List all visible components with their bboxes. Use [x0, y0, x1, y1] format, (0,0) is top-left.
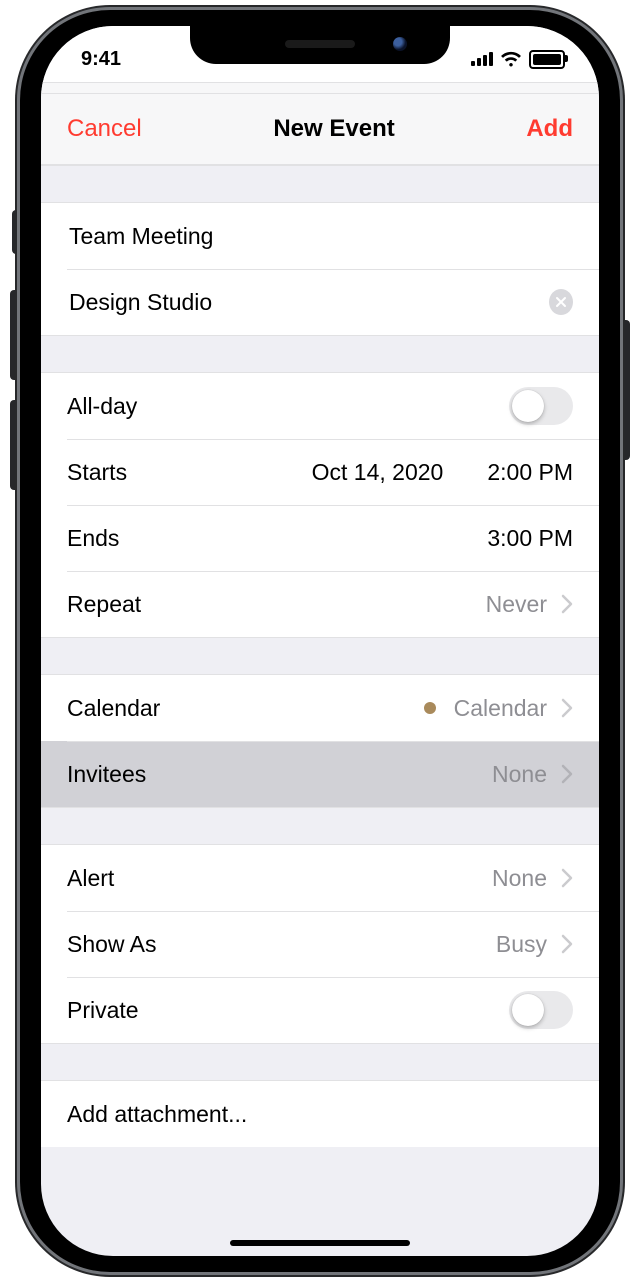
section-spacer	[41, 335, 599, 373]
modal-title: New Event	[273, 115, 394, 143]
show-as-label: Show As	[67, 931, 157, 958]
private-row: Private	[41, 977, 599, 1043]
starts-label: Starts	[67, 459, 127, 486]
modal-header: Cancel New Event Add	[41, 94, 599, 165]
starts-time: 2:00 PM	[487, 459, 573, 486]
clear-location-button[interactable]	[549, 289, 573, 315]
repeat-label: Repeat	[67, 591, 141, 618]
private-toggle[interactable]	[509, 991, 573, 1029]
invitees-label: Invitees	[67, 761, 146, 788]
power-button[interactable]	[620, 320, 630, 460]
alert-value: None	[492, 865, 547, 892]
card-stack-hint	[41, 82, 599, 94]
ends-row[interactable]: Ends 3:00 PM	[41, 505, 599, 571]
wifi-icon	[500, 51, 522, 67]
phone-frame: 9:41 Cancel New Event Add	[20, 10, 620, 1272]
battery-icon	[529, 50, 565, 69]
front-camera	[393, 37, 407, 51]
starts-date: Oct 14, 2020	[312, 459, 444, 486]
chevron-right-icon	[561, 594, 573, 614]
options-group: Alert None Show As Busy Private	[41, 845, 599, 1043]
calendar-color-dot	[424, 702, 436, 714]
title-location-group	[41, 203, 599, 335]
volume-up[interactable]	[10, 290, 20, 380]
section-spacer	[41, 807, 599, 845]
home-indicator[interactable]	[230, 1240, 410, 1246]
calendar-value: Calendar	[454, 695, 547, 722]
section-spacer	[41, 165, 599, 203]
cellular-icon	[471, 52, 493, 66]
show-as-row[interactable]: Show As Busy	[41, 911, 599, 977]
event-location-input[interactable]	[67, 288, 535, 317]
add-attachment-row[interactable]: Add attachment...	[41, 1081, 599, 1147]
add-attachment-label: Add attachment...	[67, 1101, 247, 1128]
mute-switch[interactable]	[12, 210, 20, 254]
invitees-value: None	[492, 761, 547, 788]
chevron-right-icon	[561, 934, 573, 954]
event-title-input[interactable]	[67, 222, 573, 251]
event-location-row[interactable]	[41, 269, 599, 335]
status-time: 9:41	[81, 38, 121, 71]
calendar-label: Calendar	[67, 695, 160, 722]
close-icon	[555, 296, 567, 308]
chevron-right-icon	[561, 764, 573, 784]
repeat-row[interactable]: Repeat Never	[41, 571, 599, 637]
screen: 9:41 Cancel New Event Add	[41, 26, 599, 1256]
calendar-group: Calendar Calendar Invitees None	[41, 675, 599, 807]
cancel-button[interactable]: Cancel	[67, 115, 142, 143]
section-spacer	[41, 1043, 599, 1081]
private-label: Private	[67, 997, 139, 1024]
all-day-toggle[interactable]	[509, 387, 573, 425]
volume-down[interactable]	[10, 400, 20, 490]
all-day-label: All-day	[67, 393, 137, 420]
alert-row[interactable]: Alert None	[41, 845, 599, 911]
starts-row[interactable]: Starts Oct 14, 2020 2:00 PM	[41, 439, 599, 505]
all-day-row: All-day	[41, 373, 599, 439]
notch	[190, 26, 450, 64]
calendar-row[interactable]: Calendar Calendar	[41, 675, 599, 741]
invitees-row[interactable]: Invitees None	[41, 741, 599, 807]
ends-time: 3:00 PM	[487, 525, 573, 552]
attachment-group: Add attachment...	[41, 1081, 599, 1147]
time-group: All-day Starts Oct 14, 2020 2:00 PM Ends…	[41, 373, 599, 637]
show-as-value: Busy	[496, 931, 547, 958]
chevron-right-icon	[561, 868, 573, 888]
speaker	[285, 40, 355, 48]
repeat-value: Never	[486, 591, 547, 618]
alert-label: Alert	[67, 865, 114, 892]
chevron-right-icon	[561, 698, 573, 718]
section-spacer	[41, 637, 599, 675]
ends-label: Ends	[67, 525, 119, 552]
event-title-row[interactable]	[41, 203, 599, 269]
add-button[interactable]: Add	[526, 115, 573, 143]
